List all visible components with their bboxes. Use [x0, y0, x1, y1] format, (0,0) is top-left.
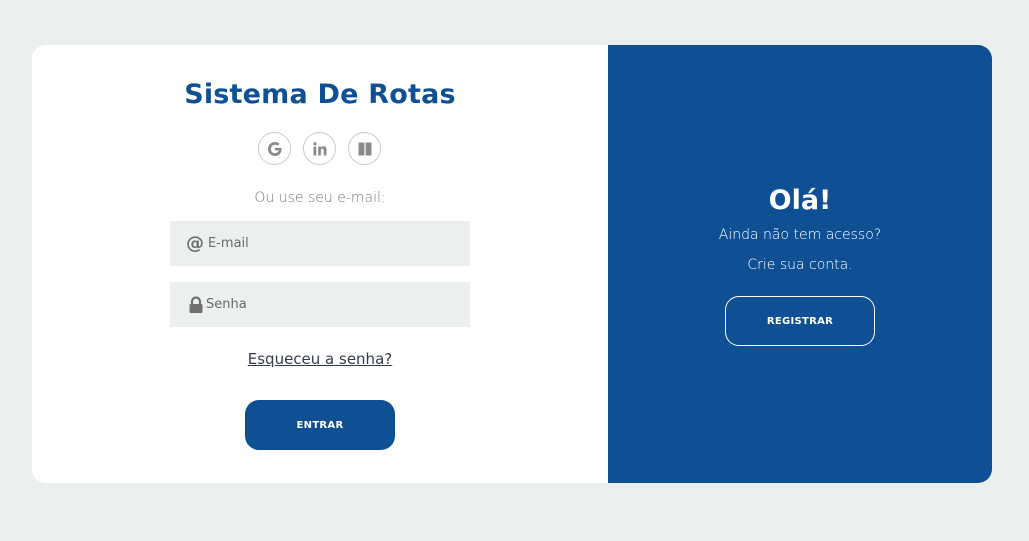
linkedin-login-button[interactable]	[303, 132, 336, 165]
register-button[interactable]: REGISTRAR	[725, 296, 875, 346]
auth-card: Sistema De Rotas Ou use seu e-mail: @ E-…	[32, 45, 992, 483]
email-hint: Ou use seu e-mail:	[254, 190, 386, 206]
microsoft-login-button[interactable]	[348, 132, 381, 165]
email-field-wrapper: @	[170, 221, 470, 266]
login-panel: Sistema De Rotas Ou use seu e-mail: @ E-…	[32, 45, 608, 483]
window-icon	[357, 141, 373, 157]
password-field-wrapper	[170, 282, 470, 327]
password-input[interactable]	[204, 282, 456, 327]
lock-icon	[170, 295, 204, 314]
login-button[interactable]: ENTRAR	[245, 400, 395, 450]
register-panel: Olá! Ainda não tem acesso? Crie sua cont…	[608, 45, 992, 483]
email-input[interactable]	[206, 221, 458, 266]
register-text-line1: Ainda não tem acesso?	[718, 227, 882, 243]
register-heading: Olá!	[768, 185, 832, 216]
page-title: Sistema De Rotas	[184, 79, 456, 110]
linkedin-icon	[312, 141, 328, 157]
google-login-button[interactable]	[258, 132, 291, 165]
google-icon	[266, 140, 284, 158]
forgot-password-link[interactable]: Esqueceu a senha?	[248, 350, 392, 368]
register-text-line2: Crie sua conta.	[747, 257, 853, 273]
at-icon: @	[186, 233, 204, 254]
forgot-password-wrapper: Esqueceu a senha?	[32, 350, 608, 368]
